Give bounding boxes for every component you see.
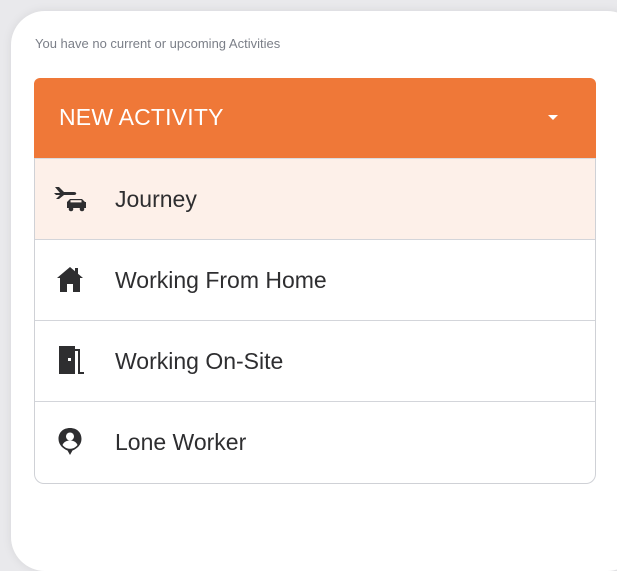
menu-item-working-on-site[interactable]: Working On-Site — [35, 320, 595, 401]
person-pin-icon — [53, 426, 87, 456]
menu-item-journey[interactable]: Journey — [35, 158, 595, 239]
menu-item-label: Lone Worker — [115, 429, 247, 455]
new-activity-label: NEW ACTIVITY — [59, 104, 224, 130]
menu-item-label: Journey — [115, 186, 197, 212]
menu-item-label: Working From Home — [115, 267, 327, 293]
building-door-icon — [53, 345, 87, 375]
new-activity-dropdown[interactable]: NEW ACTIVITY — [34, 78, 596, 158]
caret-down-icon — [548, 115, 558, 120]
home-icon — [53, 264, 87, 294]
menu-item-working-from-home[interactable]: Working From Home — [35, 239, 595, 320]
plane-car-icon — [53, 183, 87, 213]
menu-item-lone-worker[interactable]: Lone Worker — [35, 401, 595, 482]
activity-menu: Journey Working From Home Working On-Sit… — [34, 158, 596, 484]
menu-item-label: Working On-Site — [115, 348, 284, 374]
no-activities-message: You have no current or upcoming Activiti… — [35, 36, 281, 51]
